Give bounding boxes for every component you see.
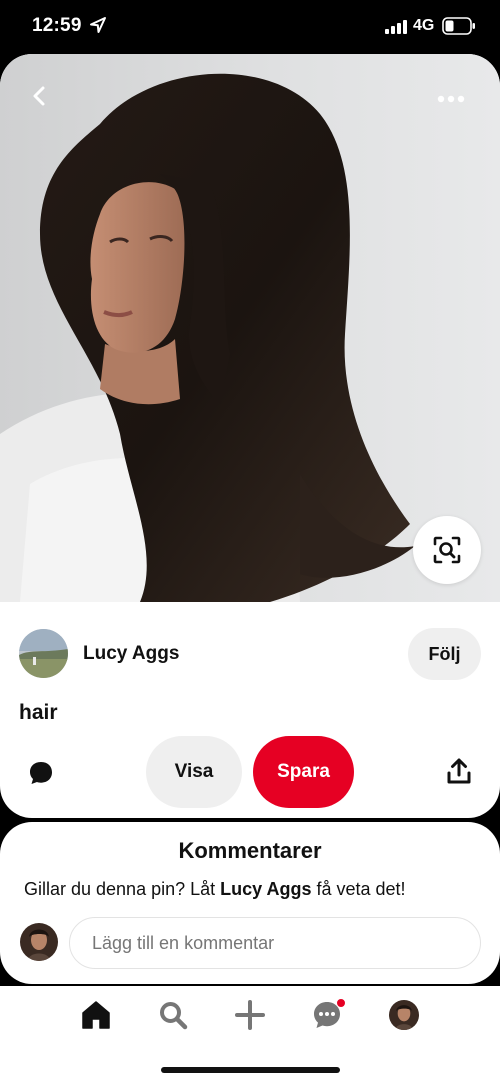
- nav-search[interactable]: [156, 998, 190, 1032]
- pin-image[interactable]: [0, 54, 500, 602]
- visual-search-icon: [433, 536, 461, 564]
- comment-input[interactable]: [69, 917, 481, 969]
- nav-profile[interactable]: [387, 998, 421, 1032]
- bottom-nav: [0, 986, 500, 1082]
- profile-avatar-image: [389, 1000, 419, 1030]
- comment-button[interactable]: [26, 758, 56, 788]
- save-button[interactable]: Spara: [253, 736, 354, 808]
- status-bar: 12:59 4G: [0, 0, 500, 54]
- battery-icon: [442, 17, 475, 35]
- nav-messages[interactable]: [310, 998, 346, 1032]
- my-avatar-image: [20, 923, 58, 961]
- nav-home[interactable]: [79, 998, 113, 1032]
- nav-create[interactable]: [233, 998, 267, 1032]
- creator-name[interactable]: Lucy Aggs: [83, 643, 179, 665]
- status-time: 12:59: [32, 15, 82, 36]
- comments-prompt: Gillar du denna pin? Låt Lucy Aggs få ve…: [24, 879, 406, 900]
- my-avatar: [20, 923, 58, 961]
- follow-button[interactable]: Följ: [408, 628, 481, 680]
- notification-dot: [336, 998, 346, 1008]
- pin-title: hair: [19, 701, 58, 724]
- back-button[interactable]: [20, 76, 60, 116]
- creator-avatar-image: [19, 629, 68, 678]
- share-icon: [447, 758, 471, 784]
- network-label: 4G: [413, 17, 435, 34]
- home-indicator[interactable]: [161, 1067, 340, 1073]
- more-dots-icon: [437, 95, 465, 103]
- creator-avatar[interactable]: [19, 629, 68, 678]
- profile-avatar: [389, 1000, 419, 1030]
- share-button[interactable]: [444, 757, 474, 787]
- comments-card: Kommentarer Gillar du denna pin? Låt Luc…: [0, 822, 500, 984]
- prompt-text-before: Gillar du denna pin? Låt: [24, 879, 221, 899]
- comments-title: Kommentarer: [178, 838, 322, 863]
- more-options-button[interactable]: [430, 84, 472, 114]
- plus-icon: [235, 1000, 265, 1030]
- home-icon: [82, 1001, 110, 1029]
- creator-row: Lucy Aggs Följ: [0, 628, 500, 680]
- comment-bubble-icon: [30, 762, 52, 784]
- prompt-text-after: få veta det!: [311, 879, 406, 899]
- pin-card: Lucy Aggs Följ hair Visa Spara: [0, 54, 500, 818]
- visual-search-button[interactable]: [413, 516, 481, 584]
- search-icon: [160, 1002, 188, 1030]
- visit-button[interactable]: Visa: [146, 736, 242, 808]
- signal-bars-icon: [385, 20, 407, 34]
- location-arrow-icon: [90, 17, 106, 33]
- prompt-creator-name: Lucy Aggs: [220, 879, 312, 899]
- pin-photo: [0, 73, 415, 602]
- back-chevron-icon: [33, 86, 45, 106]
- pin-actions: Visa Spara: [0, 736, 500, 808]
